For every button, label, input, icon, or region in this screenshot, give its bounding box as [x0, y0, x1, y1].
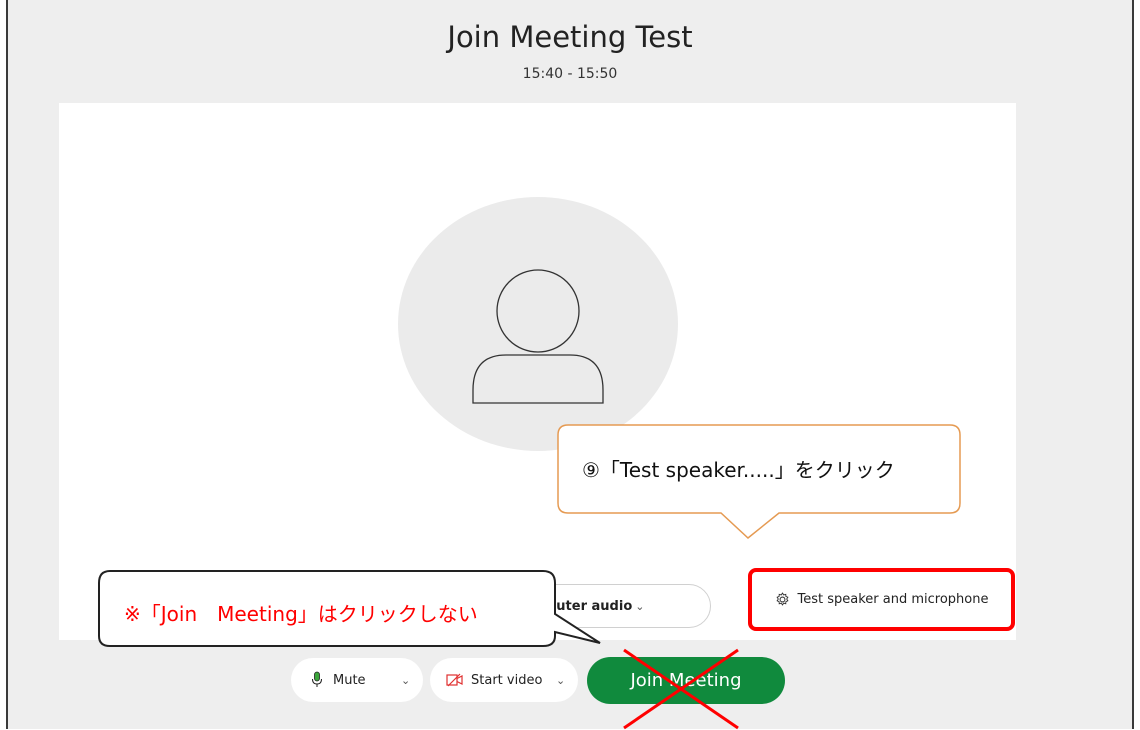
- chevron-down-icon[interactable]: ⌄: [556, 674, 565, 687]
- video-off-icon: [446, 673, 463, 687]
- microphone-icon: [312, 671, 322, 687]
- user-icon: [472, 269, 604, 404]
- mute-button[interactable]: Mute ⌄: [291, 658, 423, 702]
- computer-audio-dropdown[interactable]: puter audio ⌄: [500, 584, 711, 628]
- chevron-down-icon[interactable]: ⌄: [401, 674, 410, 687]
- start-video-label: Start video: [471, 672, 543, 688]
- meeting-title: Join Meeting Test: [447, 20, 693, 54]
- gear-icon: [775, 592, 789, 606]
- test-speaker-label: Test speaker and microphone: [797, 592, 989, 607]
- red-callout-text: ※「Join Meeting」はクリックしない: [124, 602, 478, 626]
- test-speaker-button[interactable]: Test speaker and microphone: [748, 568, 1015, 631]
- chevron-down-icon: ⌄: [635, 599, 645, 613]
- meeting-time: 15:40 - 15:50: [522, 66, 618, 82]
- mute-label: Mute: [333, 672, 366, 688]
- audio-label: puter audio: [547, 598, 633, 614]
- orange-callout-text: ⑨「Test speaker.....」をクリック: [582, 458, 895, 482]
- start-video-button[interactable]: Start video ⌄: [430, 658, 578, 702]
- cross-mark: [623, 648, 739, 730]
